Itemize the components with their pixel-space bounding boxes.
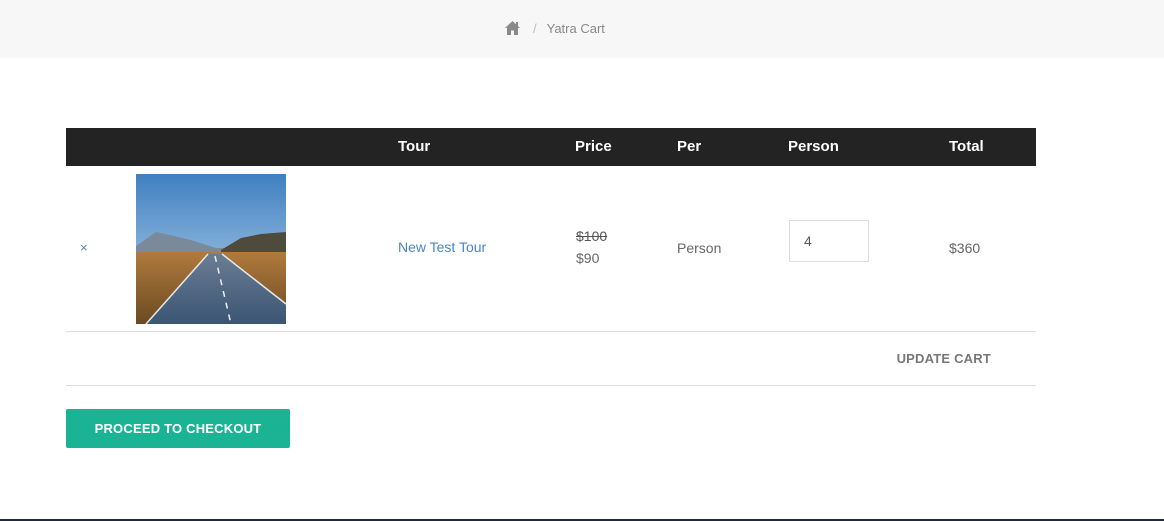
tour-link[interactable]: New Test Tour	[398, 239, 486, 255]
row-total: $360	[949, 240, 981, 256]
breadcrumb: / Yatra Cart	[504, 18, 605, 38]
breadcrumb-bar: / Yatra Cart	[0, 0, 1164, 58]
proceed-to-checkout-button[interactable]: PROCEED TO CHECKOUT	[66, 409, 290, 448]
home-icon[interactable]	[504, 20, 521, 36]
breadcrumb-current: Yatra Cart	[546, 20, 605, 36]
table-row: × New Test Tour $100 $90 Person 4 $360	[66, 166, 1036, 332]
price-sale: $90	[576, 250, 600, 266]
header-tour: Tour	[398, 138, 431, 155]
cart-actions: UPDATE CART	[66, 332, 1036, 386]
table-header: Tour Price Per Person Total	[66, 128, 1036, 166]
quantity-input[interactable]	[789, 220, 869, 262]
update-cart-button[interactable]: UPDATE CART	[897, 351, 991, 366]
remove-item-button[interactable]: ×	[80, 240, 88, 255]
header-per: Per	[677, 138, 702, 155]
per-value: Person	[677, 240, 722, 256]
cart-table: Tour Price Per Person Total × New Test T…	[66, 128, 1036, 386]
header-price: Price	[575, 138, 612, 155]
breadcrumb-separator: /	[533, 20, 537, 36]
header-total: Total	[949, 138, 984, 155]
price-regular: $100	[576, 228, 608, 244]
tour-thumbnail[interactable]	[136, 174, 286, 324]
header-person: Person	[788, 138, 839, 155]
